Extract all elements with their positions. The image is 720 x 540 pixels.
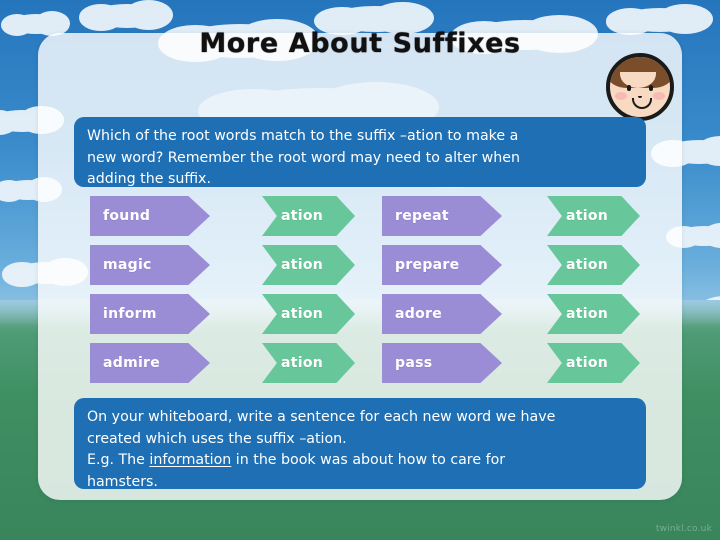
suffix-label: ation — [281, 208, 324, 224]
root-word-label: prepare — [395, 257, 460, 273]
root-word-label: magic — [103, 257, 152, 273]
suffix-arrow[interactable]: ation — [547, 196, 640, 236]
smile-icon — [632, 98, 652, 109]
avatar — [606, 53, 674, 121]
instruction-line: On your whiteboard, write a sentence for… — [87, 409, 556, 425]
root-word-arrow[interactable]: inform — [90, 294, 210, 334]
root-word-arrow[interactable]: found — [90, 196, 210, 236]
suffix-arrow[interactable]: ation — [547, 294, 640, 334]
root-word-arrow[interactable]: magic — [90, 245, 210, 285]
word-grid: found ation repeat ation magic ation pre… — [90, 196, 646, 389]
page-title: More About Suffixes — [199, 28, 521, 59]
example-prefix: E.g. The — [87, 452, 150, 469]
suffix-label: ation — [281, 306, 324, 322]
root-word-arrow[interactable]: prepare — [382, 245, 502, 285]
suffix-label: ation — [566, 355, 609, 371]
cheek-icon — [653, 92, 665, 100]
eye-icon — [649, 85, 653, 91]
instruction-line-example: E.g. The information in the book was abo… — [87, 450, 634, 472]
suffix-label: ation — [281, 355, 324, 371]
eye-icon — [627, 85, 631, 91]
example-suffix-text: in the book was about how to care for — [231, 452, 506, 469]
suffix-label: ation — [281, 257, 324, 273]
suffix-label: ation — [566, 208, 609, 224]
root-word-arrow[interactable]: adore — [382, 294, 502, 334]
suffix-arrow[interactable]: ation — [262, 245, 355, 285]
root-word-arrow[interactable]: repeat — [382, 196, 502, 236]
word-row: found ation repeat ation — [90, 196, 646, 236]
suffix-arrow[interactable]: ation — [547, 245, 640, 285]
root-word-label: admire — [103, 355, 161, 371]
word-row: inform ation adore ation — [90, 294, 646, 334]
suffix-arrow[interactable]: ation — [262, 294, 355, 334]
watermark: twinkl.co.uk — [655, 524, 712, 534]
word-row: admire ation pass ation — [90, 343, 646, 383]
root-word-label: adore — [395, 306, 442, 322]
root-word-arrow[interactable]: pass — [382, 343, 502, 383]
suffix-arrow[interactable]: ation — [262, 343, 355, 383]
suffix-label: ation — [566, 257, 609, 273]
instruction-line: hamsters. — [87, 473, 158, 490]
hair-icon — [610, 57, 670, 88]
suffix-arrow[interactable]: ation — [262, 196, 355, 236]
example-highlighted-word: information — [149, 452, 232, 469]
root-word-label: pass — [395, 355, 433, 371]
instruction-line: new word? Remember the root word may nee… — [87, 149, 520, 166]
root-word-arrow[interactable]: admire — [90, 343, 210, 383]
suffix-arrow[interactable]: ation — [547, 343, 640, 383]
slide-canvas: More About Suffixes Which of the root wo… — [0, 0, 720, 540]
instruction-line: adding the suffix. — [87, 171, 211, 188]
instruction-line: Which of the root words match to the suf… — [87, 128, 519, 144]
instruction-panel-top: Which of the root words match to the suf… — [74, 117, 646, 187]
root-word-label: inform — [103, 306, 157, 322]
instruction-line: created which uses the suffix –ation. — [87, 430, 347, 447]
cloud-icon — [79, 0, 174, 31]
cloud-icon — [665, 222, 720, 249]
root-word-label: repeat — [395, 208, 449, 224]
instruction-panel-bottom: On your whiteboard, write a sentence for… — [74, 398, 646, 490]
cheek-icon — [615, 92, 627, 100]
root-word-label: found — [103, 208, 151, 224]
suffix-label: ation — [566, 306, 609, 322]
word-row: magic ation prepare ation — [90, 245, 646, 285]
